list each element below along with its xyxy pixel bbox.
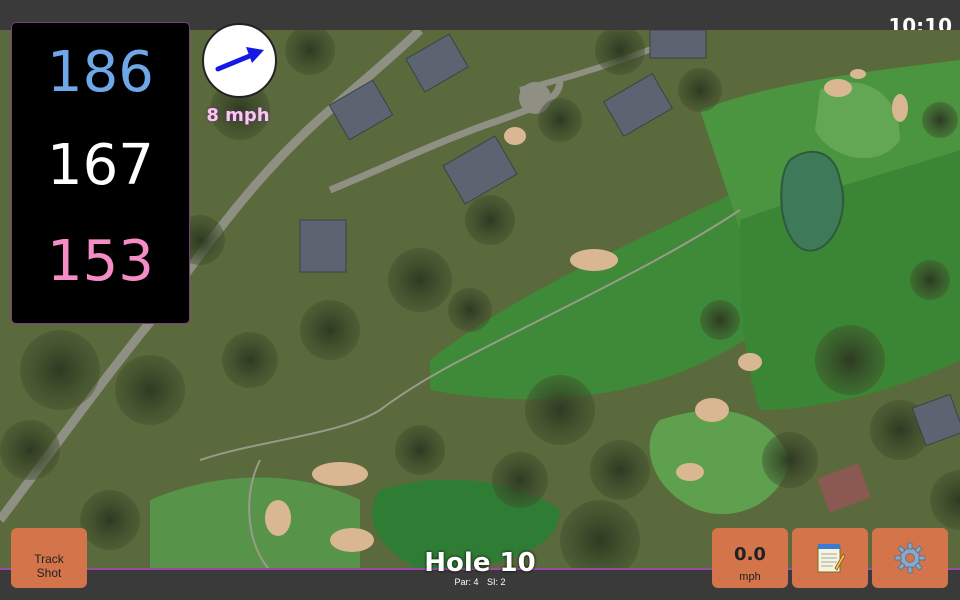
front-distance: 153 [47, 229, 154, 294]
distance-panel: 186 167 153 [11, 22, 190, 324]
bunker [824, 79, 852, 97]
hole-stroke-index: SI: 2 [487, 577, 506, 587]
bunker [676, 463, 704, 481]
bunker [695, 398, 729, 422]
bunker [330, 528, 374, 552]
hole-info: Par: 4 SI: 2 [380, 577, 580, 587]
speed-value: 0.0 [734, 543, 766, 565]
wind-speed: 8 mph [206, 105, 270, 126]
middle-distance: 167 [47, 133, 154, 198]
track-shot-label-line2: Shot [36, 566, 62, 580]
wind-arrow-icon [215, 47, 264, 72]
speed-unit: mph [739, 570, 761, 583]
bunker [850, 69, 866, 79]
bunker [738, 353, 762, 371]
speed-button[interactable]: 0.0 mph [712, 528, 788, 588]
bunker [570, 249, 618, 271]
pond [780, 150, 845, 252]
bunker [504, 127, 526, 145]
fairway [150, 477, 360, 570]
notepad-icon [817, 544, 845, 573]
bunker [312, 462, 368, 486]
notes-button[interactable] [792, 528, 868, 588]
settings-button[interactable] [872, 528, 948, 588]
wind-direction-indicator [202, 23, 277, 98]
track-shot-label-line1: Track [34, 552, 64, 566]
back-distance: 186 [47, 40, 154, 105]
track-shot-button[interactable]: Track Shot [11, 528, 87, 588]
bunker [892, 94, 908, 122]
gear-icon [894, 542, 926, 574]
hole-title: Hole 10 [424, 548, 536, 578]
bunker [265, 500, 291, 536]
hole-par: Par: 4 [454, 577, 479, 587]
